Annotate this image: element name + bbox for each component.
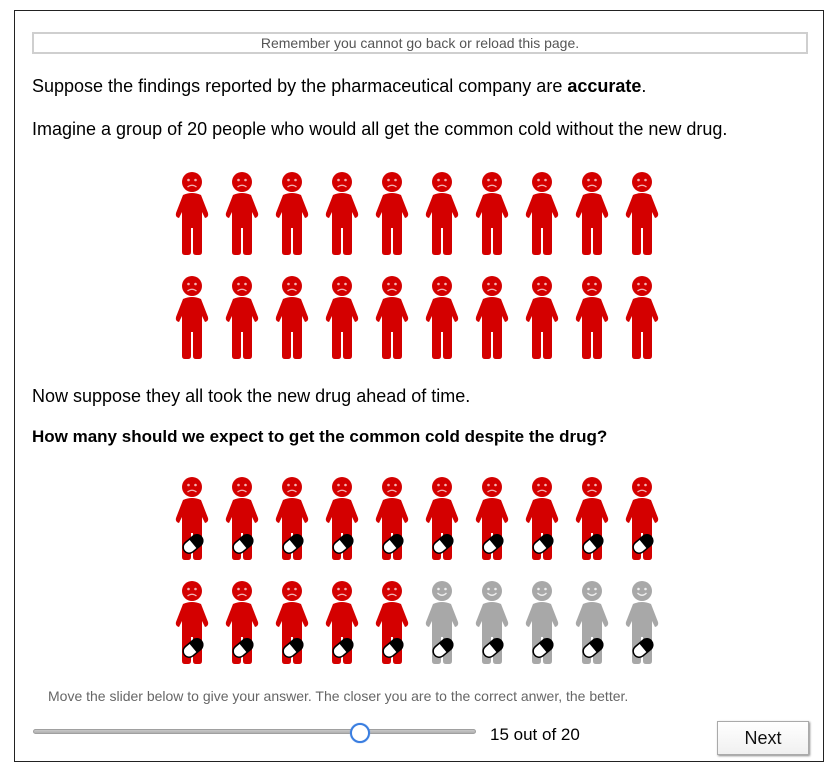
intro-suffix: . bbox=[641, 76, 647, 96]
slider-value-label: 15 out of 20 bbox=[490, 725, 580, 744]
sad-person-icon bbox=[372, 272, 412, 362]
sad-person-icon bbox=[622, 168, 662, 258]
imagine-text: Imagine a group of 20 people who would a… bbox=[32, 119, 728, 139]
people-row bbox=[172, 168, 672, 258]
question-text: How many should we expect to get the com… bbox=[32, 427, 608, 446]
slider-track[interactable] bbox=[33, 729, 476, 734]
sad-person-icon-with-pill bbox=[222, 577, 262, 667]
sad-person-icon-with-pill bbox=[472, 473, 512, 563]
next-button[interactable]: Next bbox=[717, 721, 809, 755]
happy-person-icon-with-pill bbox=[572, 577, 612, 667]
sad-person-icon-with-pill bbox=[622, 473, 662, 563]
sad-person-icon-with-pill bbox=[572, 473, 612, 563]
sad-person-icon bbox=[322, 168, 362, 258]
sad-person-icon-with-pill bbox=[272, 473, 312, 563]
sad-person-icon bbox=[422, 272, 462, 362]
sad-person-icon bbox=[472, 272, 512, 362]
people-row bbox=[172, 473, 672, 563]
no-back-notice: Remember you cannot go back or reload th… bbox=[32, 32, 808, 54]
suppose-text: Now suppose they all took the new drug a… bbox=[32, 386, 471, 406]
sad-person-icon bbox=[622, 272, 662, 362]
intro-emphasis: accurate bbox=[567, 76, 642, 96]
sad-person-icon-with-pill bbox=[522, 473, 562, 563]
sad-person-icon bbox=[322, 272, 362, 362]
sad-person-icon-with-pill bbox=[222, 473, 262, 563]
sad-person-icon-with-pill bbox=[372, 577, 412, 667]
sad-person-icon bbox=[572, 168, 612, 258]
sad-person-icon-with-pill bbox=[172, 577, 212, 667]
happy-person-icon-with-pill bbox=[472, 577, 512, 667]
sad-person-icon-with-pill bbox=[322, 473, 362, 563]
happy-person-icon-with-pill bbox=[422, 577, 462, 667]
sad-person-icon bbox=[222, 168, 262, 258]
sad-person-icon-with-pill bbox=[172, 473, 212, 563]
happy-person-icon-with-pill bbox=[622, 577, 662, 667]
sad-person-icon bbox=[272, 272, 312, 362]
sad-person-icon-with-pill bbox=[422, 473, 462, 563]
sad-person-icon-with-pill bbox=[322, 577, 362, 667]
sad-person-icon-with-pill bbox=[372, 473, 412, 563]
people-row bbox=[172, 577, 672, 667]
slider-hint: Move the slider below to give your answe… bbox=[48, 688, 629, 704]
sad-person-icon bbox=[172, 272, 212, 362]
answer-slider[interactable] bbox=[33, 722, 481, 744]
sad-person-icon bbox=[422, 168, 462, 258]
sad-person-icon bbox=[472, 168, 512, 258]
sad-person-icon bbox=[372, 168, 412, 258]
sad-person-icon bbox=[272, 168, 312, 258]
sad-person-icon bbox=[172, 168, 212, 258]
sad-person-icon bbox=[522, 168, 562, 258]
intro-text: Suppose the findings reported by the pha… bbox=[32, 75, 646, 97]
intro-prefix: Suppose the findings reported by the pha… bbox=[32, 76, 568, 96]
sad-person-icon bbox=[222, 272, 262, 362]
people-row bbox=[172, 272, 672, 362]
sad-person-icon bbox=[572, 272, 612, 362]
sad-person-icon bbox=[522, 272, 562, 362]
happy-person-icon-with-pill bbox=[522, 577, 562, 667]
sad-person-icon-with-pill bbox=[272, 577, 312, 667]
slider-thumb[interactable] bbox=[350, 723, 371, 743]
